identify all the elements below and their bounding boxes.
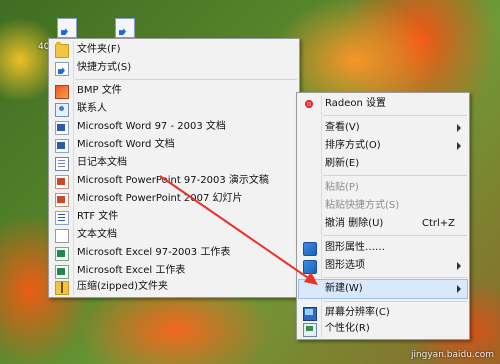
watermark: jingyan.baidu.com	[410, 350, 494, 360]
annotation-arrow	[159, 175, 318, 285]
